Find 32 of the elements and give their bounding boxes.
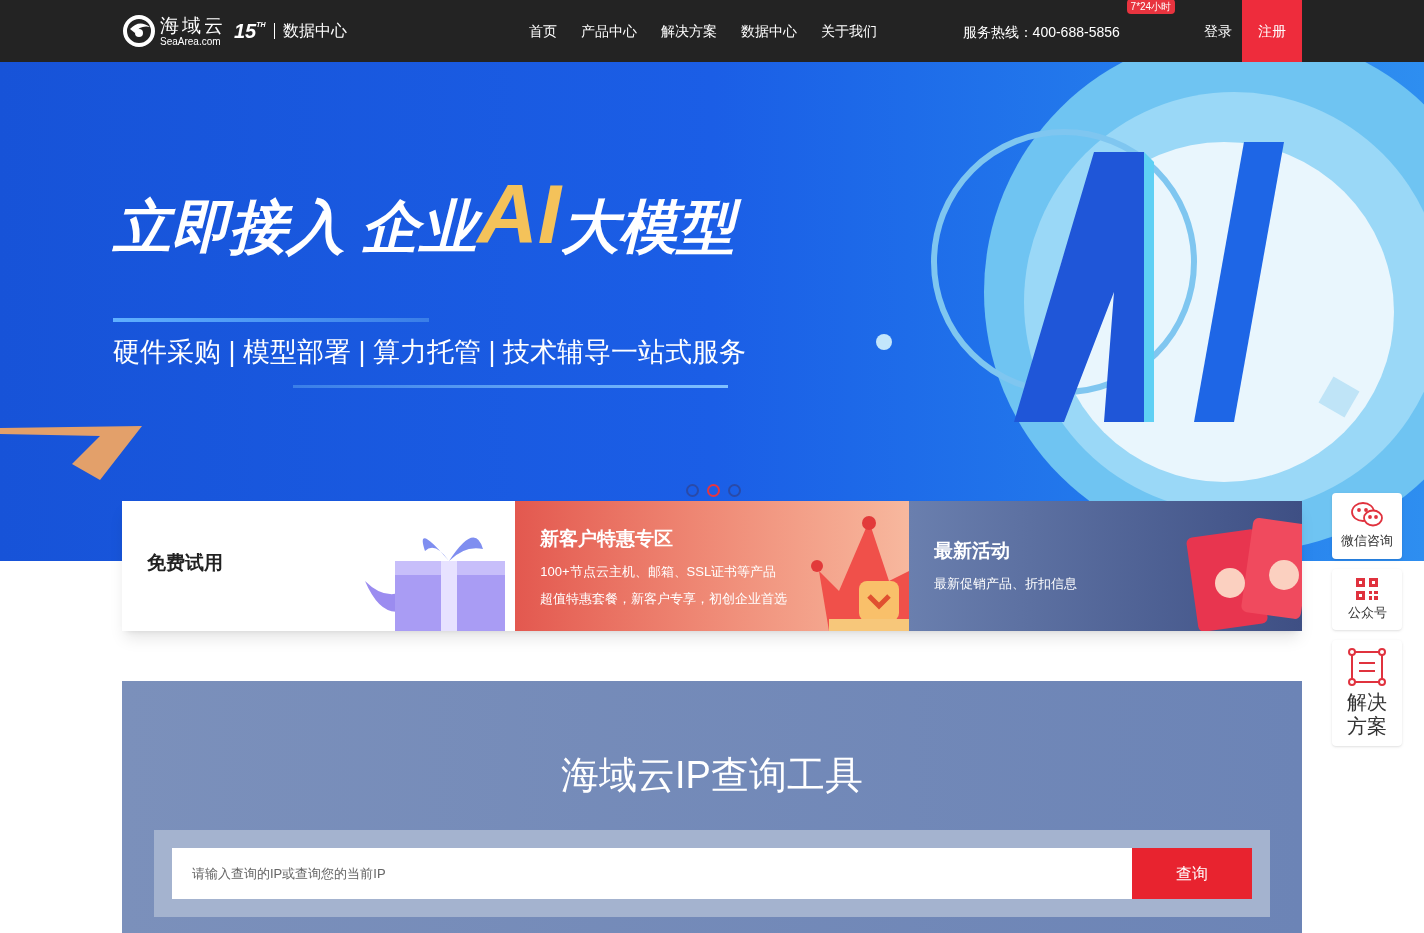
card-title: 免费试用 <box>147 551 223 575</box>
nav-link[interactable]: 首页 <box>528 20 557 42</box>
banner-headline: 立即接入 企业AI大模型 <box>113 172 747 256</box>
nav-link[interactable]: 关于我们 <box>820 20 877 42</box>
card-title: 最新活动 <box>933 539 1011 563</box>
card-text: 超值特惠套餐，新客户专享，初创企业首选 <box>540 590 788 608</box>
chat-icon <box>1350 501 1384 529</box>
nav-link[interactable]: 数据中心 <box>740 20 797 42</box>
register-button[interactable]: 注册 <box>1242 0 1302 62</box>
qr-code-icon <box>1355 576 1379 601</box>
nav-link[interactable]: 产品中心 <box>580 20 637 42</box>
nav-link[interactable]: 解决方案 <box>660 20 717 42</box>
query-button[interactable]: 查询 <box>1132 848 1252 899</box>
promo-card[interactable]: 免费试用 <box>122 501 516 631</box>
ip-input-field[interactable]: 请输入查询的IP或查询您的当前IP <box>172 848 1132 899</box>
card-text: 100+节点云主机、邮箱、SSL证书等产品 <box>540 562 778 581</box>
side-button[interactable]: 解决方案 <box>1332 640 1402 746</box>
card-title: 新客户特惠专区 <box>540 527 675 551</box>
promo-card[interactable]: 最新活动 最新促销产品、折扣信息 <box>908 501 1302 631</box>
hotline-text: 服务热线：400-688-5856 <box>962 24 1120 40</box>
list-icon <box>1348 648 1386 686</box>
hours-badge: 7*24小时 <box>1126 0 1176 14</box>
ip-tool-title: 海域云IP查询工具 <box>560 753 864 798</box>
side-button[interactable]: 公众号 <box>1332 568 1402 630</box>
side-button[interactable]: 微信咨询 <box>1332 493 1402 559</box>
banner-subtitle: 硬件采购 | 模型部署 | 算力托管 | 技术辅导一站式服务 <box>113 336 747 369</box>
login-link[interactable]: 登录 <box>1204 20 1232 42</box>
logo-icon <box>122 15 156 47</box>
card-text: 最新促销产品、折扣信息 <box>933 574 1077 593</box>
logo-name: 海域云 <box>160 15 226 35</box>
section-title: 数据中心 <box>282 21 347 41</box>
logo-domain: SeaArea.com <box>160 36 222 47</box>
